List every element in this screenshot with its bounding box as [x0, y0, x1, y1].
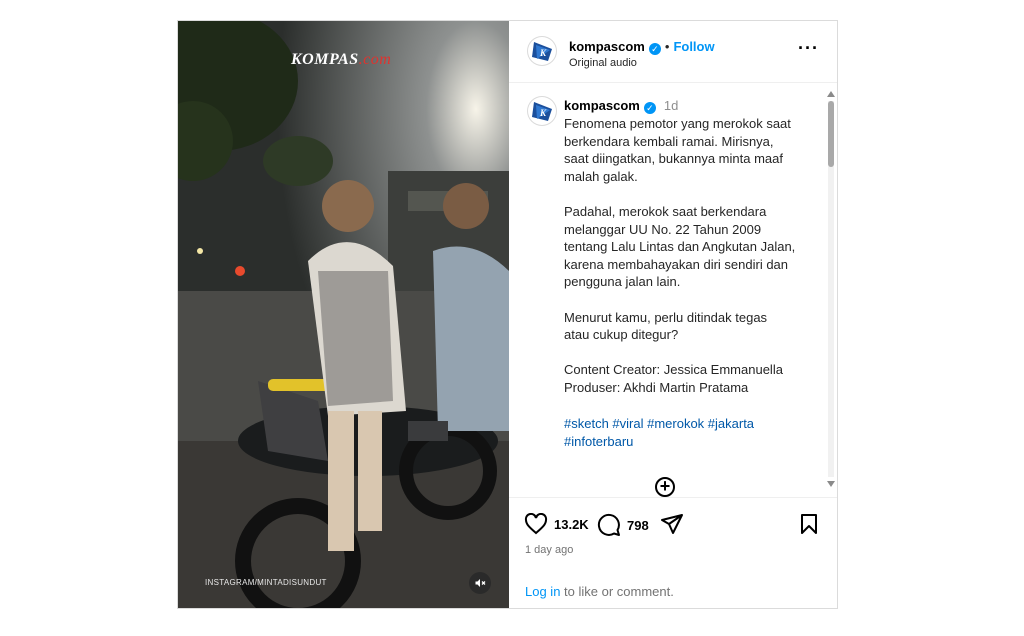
caption-scrollbar[interactable] [827, 89, 835, 489]
like-button[interactable]: 13.2K [524, 513, 589, 535]
posted-time[interactable]: 1 day ago [525, 544, 573, 556]
verified-badge-icon: ✓ [643, 102, 656, 114]
scroll-thumb[interactable] [828, 101, 834, 167]
share-icon [661, 514, 683, 534]
comment-icon [597, 513, 620, 536]
share-button[interactable] [660, 513, 684, 535]
scroll-down-icon[interactable] [827, 481, 835, 487]
kompas-watermark: KOMPAS.com [291, 51, 391, 69]
login-prompt: Log in to like or comment. [525, 584, 674, 599]
action-bar: 13.2K 798 [524, 513, 824, 537]
kompas-logo-icon: K [532, 42, 552, 61]
svg-text:K: K [539, 108, 547, 118]
post-panel: K kompascom ✓ • Follow Original audio ··· K… [509, 21, 837, 608]
source-credit: INSTAGRAM/MINTADISUNDUT [205, 578, 327, 587]
audio-label[interactable]: Original audio [569, 57, 637, 69]
watermark-suffix: .com [358, 51, 392, 68]
hashtag-line[interactable]: #infoterbaru [564, 433, 814, 451]
hashtag-line[interactable]: #sketch #viral #merokok #jakarta [564, 415, 814, 433]
verified-badge-icon: ✓ [648, 43, 661, 55]
heart-icon [524, 513, 548, 535]
video-player[interactable]: KOMPAS.com INSTAGRAM/MINTADISUNDUT [178, 21, 509, 608]
login-prompt-text: to like or comment. [560, 584, 674, 599]
hashtags: #sketch #viral #merokok #jakarta #infote… [564, 415, 814, 450]
comment-count: 798 [627, 517, 649, 533]
save-button[interactable] [800, 513, 818, 535]
post-header: K kompascom ✓ • Follow Original audio ··· [509, 21, 837, 83]
username[interactable]: kompascom [569, 39, 645, 54]
caption-text: Fenomena pemotor yang merokok saat berke… [564, 116, 796, 395]
instagram-embed: KOMPAS.com INSTAGRAM/MINTADISUNDUT K kom… [177, 20, 838, 609]
muted-speaker-icon [475, 579, 486, 587]
watermark-main: KOMPAS [291, 51, 359, 68]
follow-button[interactable]: Follow [673, 39, 714, 54]
like-count: 13.2K [554, 516, 589, 532]
kompas-logo-icon: K [532, 102, 552, 121]
mute-button[interactable] [469, 572, 491, 594]
login-link[interactable]: Log in [525, 584, 560, 599]
avatar[interactable]: K [528, 37, 556, 65]
comment-button[interactable]: 798 [597, 513, 649, 537]
video-frame [178, 21, 509, 608]
caption-area: K kompascom ✓ 1d Fenomena pemotor yang mer… [509, 83, 837, 498]
plus-circle-icon[interactable]: + [655, 477, 675, 497]
svg-text:K: K [539, 48, 547, 58]
more-options-icon[interactable]: ··· [798, 39, 819, 57]
post-time[interactable]: 1d [664, 98, 678, 113]
avatar[interactable]: K [528, 97, 556, 125]
separator-dot: • [664, 39, 670, 54]
caption-username[interactable]: kompascom [564, 98, 640, 113]
bookmark-icon [801, 514, 817, 534]
scroll-up-icon[interactable] [827, 91, 835, 97]
